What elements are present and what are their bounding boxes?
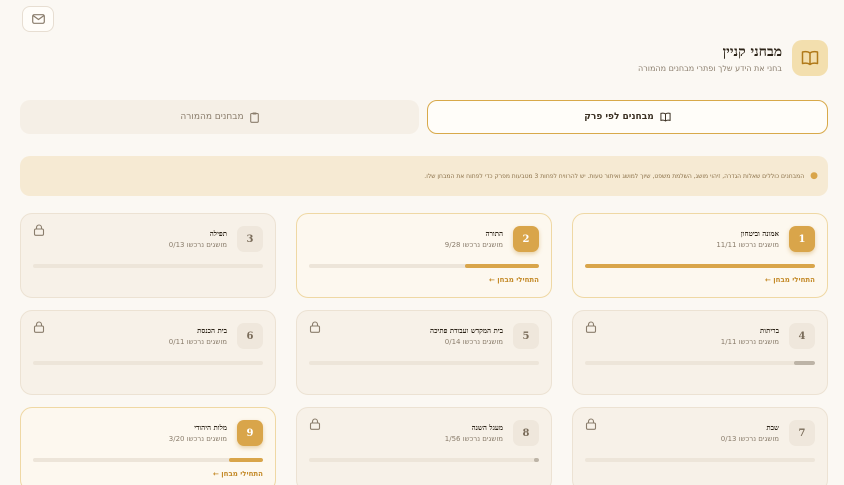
chapter-number: 2	[513, 226, 539, 252]
chapter-card[interactable]: בית המקדש ועבודת פתיכה 0/14 מושגים נרכשו 5	[296, 310, 552, 395]
chapter-progress-text: 0/11 מושגים נרכשו	[168, 338, 227, 346]
chapter-card[interactable]: אמונה וביטחון 11/11 מושגים נרכשו 1 התחילי מ…	[572, 213, 828, 298]
mail-icon	[31, 14, 45, 24]
book-icon	[660, 112, 671, 122]
chapter-progress-bar	[309, 361, 539, 365]
chapter-card[interactable]: התורה 9/28 מושגים נרכשו 2 התחילי מבחן ←	[296, 213, 552, 298]
book-icon	[801, 50, 819, 66]
lightbulb-icon: ●	[810, 171, 818, 181]
page-title: מבחני קניין	[722, 43, 782, 60]
tab-teacher-tests-label: מבחנים מהמורה	[180, 112, 244, 122]
lock-icon	[309, 418, 321, 430]
chapter-progress-bar	[309, 264, 539, 268]
notice-text: המבחנים כוללים שאלות הגדרה, זיהוי מושג, …	[424, 172, 805, 180]
chapter-number: 8	[513, 420, 539, 446]
chapter-name: תפילה	[209, 229, 227, 238]
lock-icon	[33, 321, 45, 333]
chapter-name: מעגל השנה	[471, 423, 503, 432]
chapter-card[interactable]: תפילה 0/13 מושגים נרכשו 3	[20, 213, 276, 298]
chapter-grid: אמונה וביטחון 11/11 מושגים נרכשו 1 התחילי מ…	[20, 213, 828, 485]
chapter-number: 7	[789, 420, 815, 446]
chapter-name: שבת	[766, 423, 779, 432]
chapter-progress-bar	[585, 361, 815, 365]
lock-icon	[309, 321, 321, 333]
chapter-progress-text: 1/11 מושגים נרכשו	[720, 338, 779, 346]
chapter-number: 3	[237, 226, 263, 252]
chapter-progress-text: 0/13 מושגים נרכשו	[168, 241, 227, 249]
chapter-name: בריתות	[760, 326, 779, 335]
chapter-number: 9	[237, 420, 263, 446]
tab-teacher-tests[interactable]: מבחנים מהמורה	[20, 100, 419, 134]
chapter-progress-text: 0/13 מושגים נרכשו	[720, 435, 779, 443]
page-header: מבחני קניין בחני את הידע שלך ופתרי מבחני…	[638, 40, 828, 76]
tab-chapter-tests-label: מבחנים לפי פרק	[584, 112, 654, 122]
page-subtitle: בחני את הידע שלך ופתרי מבחנים מהמורה	[638, 63, 782, 73]
chapter-progress-bar	[585, 264, 815, 268]
chapter-card[interactable]: מעגל השנה 1/56 מושגים נרכשו 8	[296, 407, 552, 485]
chapter-progress-bar	[309, 458, 539, 462]
chapter-name: התורה	[485, 229, 503, 238]
chapter-progress-bar	[33, 458, 263, 462]
tab-bar: מבחנים לפי פרק מבחנים מהמורה	[20, 100, 828, 134]
tab-chapter-tests[interactable]: מבחנים לפי פרק	[427, 100, 828, 134]
lock-icon	[585, 321, 597, 333]
start-test-link[interactable]: התחילי מבחן ←	[585, 276, 815, 284]
chapter-name: בית הכנסת	[197, 326, 227, 335]
chapter-progress-text: 11/11 מושגים נרכשו	[716, 241, 779, 249]
chapter-progress-fill	[465, 264, 539, 268]
chapter-progress-fill	[228, 458, 263, 462]
chapter-name: מלות היהודי	[194, 423, 227, 432]
chapter-name: בית המקדש ועבודת פתיכה	[430, 326, 503, 335]
chapter-number: 4	[789, 323, 815, 349]
chapter-number: 6	[237, 323, 263, 349]
chapter-progress-text: 3/20 מושגים נרכשו	[168, 435, 227, 443]
clipboard-icon	[249, 112, 259, 123]
lock-icon	[585, 418, 597, 430]
start-test-link[interactable]: התחילי מבחן ←	[309, 276, 539, 284]
chapter-progress-text: 1/56 מושגים נרכשו	[444, 435, 503, 443]
chapter-progress-fill	[794, 361, 815, 365]
chapter-card[interactable]: מלות היהודי 3/20 מושגים נרכשו 9 התחילי מבחן…	[20, 407, 276, 485]
chapter-progress-bar	[585, 458, 815, 462]
chapter-progress-text: 0/14 מושגים נרכשו	[444, 338, 503, 346]
chapter-number: 5	[513, 323, 539, 349]
logo	[792, 40, 828, 76]
start-test-link[interactable]: התחילי מבחן ←	[33, 470, 263, 478]
chapter-progress-bar	[33, 361, 263, 365]
chapter-card[interactable]: בריתות 1/11 מושגים נרכשו 4	[572, 310, 828, 395]
chapter-number: 1	[789, 226, 815, 252]
chapter-card[interactable]: בית הכנסת 0/11 מושגים נרכשו 6	[20, 310, 276, 395]
chapter-card[interactable]: שבת 0/13 מושגים נרכשו 7	[572, 407, 828, 485]
info-notice: ● המבחנים כוללים שאלות הגדרה, זיהוי מושג…	[20, 156, 828, 196]
mail-button[interactable]	[22, 6, 54, 32]
chapter-progress-fill	[585, 264, 815, 268]
chapter-name: אמונה וביטחון	[740, 229, 779, 238]
chapter-progress-fill	[534, 458, 539, 462]
chapter-progress-bar	[33, 264, 263, 268]
lock-icon	[33, 224, 45, 236]
chapter-progress-text: 9/28 מושגים נרכשו	[444, 241, 503, 249]
